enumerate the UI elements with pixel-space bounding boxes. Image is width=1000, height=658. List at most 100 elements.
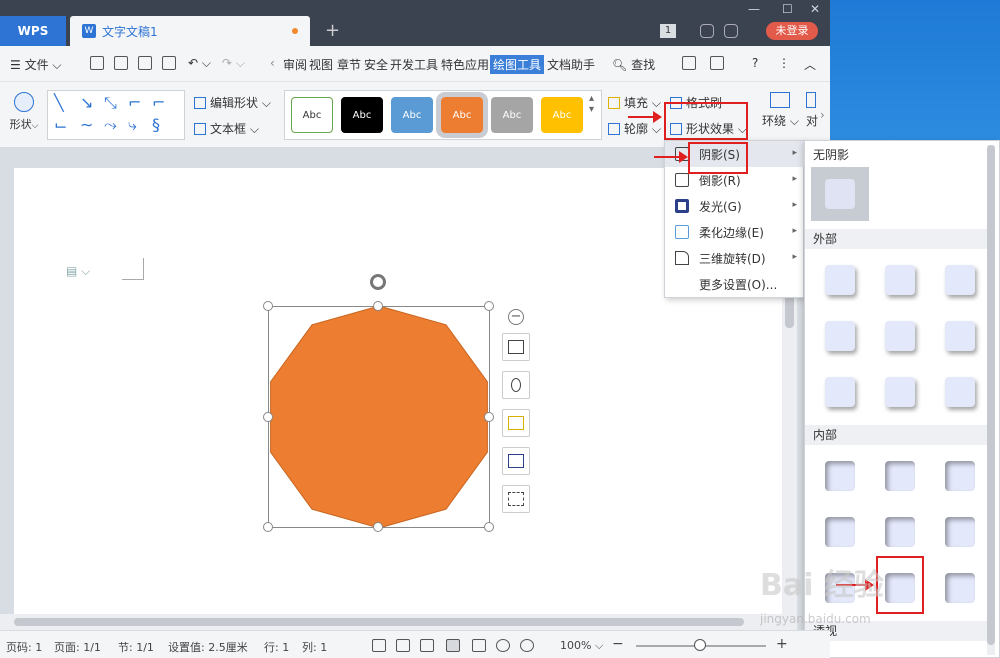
tab-view[interactable]: 视图: [309, 56, 333, 73]
collab-icon[interactable]: [710, 56, 724, 70]
style-orange[interactable]: Abc: [436, 92, 488, 138]
shape-button[interactable]: 形状⌵: [8, 92, 40, 132]
inner-shadow-2[interactable]: [885, 461, 915, 491]
tab-special[interactable]: 特色应用: [441, 56, 489, 73]
more-shape-options-button[interactable]: [502, 485, 530, 513]
tab-drawing-tools[interactable]: 绘图工具: [490, 55, 545, 74]
horizontal-scrollbar[interactable]: [0, 614, 797, 630]
inner-shadow-1[interactable]: [825, 461, 855, 491]
outer-shadow-7[interactable]: [825, 377, 855, 407]
inner-shadow-6[interactable]: [945, 517, 975, 547]
resize-handle-sw[interactable]: [263, 522, 273, 532]
menu-item-more-settings[interactable]: 更多设置(O)...: [665, 271, 805, 297]
tab-section[interactable]: 章节: [337, 56, 361, 73]
file-menu[interactable]: ☰ 文件 ⌵: [10, 56, 62, 73]
elbow-connector-icon[interactable]: ⌐: [128, 93, 141, 112]
outer-shadow-1[interactable]: [825, 265, 855, 295]
zoom-in-button[interactable]: +: [776, 636, 788, 652]
style-outline-green[interactable]: Abc: [291, 97, 333, 133]
menu-item-glow[interactable]: 发光(G) ▸: [665, 193, 805, 219]
resize-handle-nw[interactable]: [263, 301, 273, 311]
wps-home-tab[interactable]: WPS: [0, 16, 66, 46]
submenu-scrollbar[interactable]: [987, 145, 995, 655]
scroll-left-icon[interactable]: ‹: [270, 56, 275, 70]
layout-options-button[interactable]: [502, 333, 530, 361]
skin-icon[interactable]: [700, 24, 714, 38]
undo-icon[interactable]: ↶ ⌵: [188, 56, 211, 71]
outer-shadow-2[interactable]: [885, 265, 915, 295]
status-setting[interactable]: 设置值: 2.5厘米: [168, 639, 248, 655]
edit-shape-button[interactable]: 编辑形状 ⌵: [194, 94, 271, 111]
web-view-icon[interactable]: [496, 639, 510, 652]
submenu-scroll-thumb[interactable]: [987, 145, 995, 645]
zoom-level[interactable]: 100% ⌵: [560, 639, 603, 653]
outer-shadow-8[interactable]: [885, 377, 915, 407]
outer-shadow-9[interactable]: [945, 377, 975, 407]
gallery-scroll-icon[interactable]: ▴ ▾: [589, 93, 594, 115]
minimize-icon[interactable]: —: [748, 2, 760, 16]
window-count-badge[interactable]: 1: [660, 24, 676, 38]
export-icon[interactable]: [114, 56, 128, 70]
document-tab[interactable]: W 文字文稿1: [70, 16, 310, 46]
outer-shadow-4[interactable]: [825, 321, 855, 351]
tab-developer[interactable]: 开发工具: [390, 56, 438, 73]
search-button[interactable]: 🔍︎ 查找: [612, 56, 655, 73]
page-view-icon[interactable]: [446, 639, 460, 652]
style-gray[interactable]: Abc: [491, 97, 533, 133]
resize-handle-se[interactable]: [484, 522, 494, 532]
status-page[interactable]: 页面: 1/1: [54, 639, 101, 655]
write-mode-icon[interactable]: [420, 639, 434, 652]
curved-connector-icon[interactable]: ∼: [80, 115, 93, 134]
tab-review[interactable]: 审阅: [283, 56, 307, 73]
status-section[interactable]: 节: 1/1: [118, 639, 154, 655]
share-icon[interactable]: [682, 56, 696, 70]
inner-shadow-4[interactable]: [825, 517, 855, 547]
maximize-icon[interactable]: ☐: [782, 2, 793, 16]
resize-handle-e[interactable]: [484, 412, 494, 422]
shape-fill-button[interactable]: [502, 409, 530, 437]
close-icon[interactable]: ✕: [810, 2, 820, 16]
save-icon[interactable]: [90, 56, 104, 70]
shape-outline-button[interactable]: [502, 447, 530, 475]
help-icon[interactable]: ?: [752, 56, 758, 70]
redo-icon[interactable]: ↷ ⌵: [222, 56, 245, 71]
resize-handle-n[interactable]: [373, 301, 383, 311]
eye-protect-icon[interactable]: [520, 639, 534, 652]
shape-style-button[interactable]: [502, 371, 530, 399]
style-gold[interactable]: Abc: [541, 97, 583, 133]
resize-handle-s[interactable]: [373, 522, 383, 532]
more-icon[interactable]: ⋮: [778, 56, 790, 70]
double-arrow-icon[interactable]: ⤡: [104, 93, 117, 113]
print-preview-icon[interactable]: [162, 56, 176, 70]
style-black[interactable]: Abc: [341, 97, 383, 133]
inner-shadow-9[interactable]: [945, 573, 975, 603]
resize-handle-w[interactable]: [263, 412, 273, 422]
outer-shadow-3[interactable]: [945, 265, 975, 295]
fullscreen-icon[interactable]: [372, 639, 386, 652]
rotate-handle-icon[interactable]: [370, 274, 386, 290]
wrap-button[interactable]: 环绕 ⌵: [762, 92, 799, 129]
collapse-ribbon-icon[interactable]: ︿: [804, 56, 816, 73]
menu-item-3d-rotation[interactable]: 三维旋转(D) ▸: [665, 245, 805, 271]
doc-options-icon[interactable]: ▤ ⌵: [66, 264, 90, 279]
curved-double-icon[interactable]: ⤷: [128, 115, 137, 135]
outline-view-icon[interactable]: [472, 639, 486, 652]
elbow-arrow-icon[interactable]: ⌐: [152, 93, 165, 112]
resize-handle-ne[interactable]: [484, 301, 494, 311]
tab-security[interactable]: 安全: [364, 56, 388, 73]
inner-shadow-5[interactable]: [885, 517, 915, 547]
collapse-toolbar-icon[interactable]: −: [508, 309, 524, 325]
elbow-double-icon[interactable]: ⌙: [54, 115, 67, 134]
style-blue[interactable]: Abc: [391, 97, 433, 133]
curved-arrow-icon[interactable]: ⤳: [104, 115, 117, 135]
menu-item-soft-edges[interactable]: 柔化边缘(E) ▸: [665, 219, 805, 245]
login-button[interactable]: 未登录: [766, 22, 818, 40]
zoom-slider-knob[interactable]: [694, 639, 706, 651]
align-button[interactable]: 对: [806, 92, 818, 129]
curve-icon[interactable]: §: [152, 115, 160, 134]
outer-shadow-5[interactable]: [885, 321, 915, 351]
shirt-icon[interactable]: [724, 24, 738, 38]
print-icon[interactable]: [138, 56, 152, 70]
arrow-line-icon[interactable]: ↘: [80, 93, 93, 112]
outer-shadow-6[interactable]: [945, 321, 975, 351]
